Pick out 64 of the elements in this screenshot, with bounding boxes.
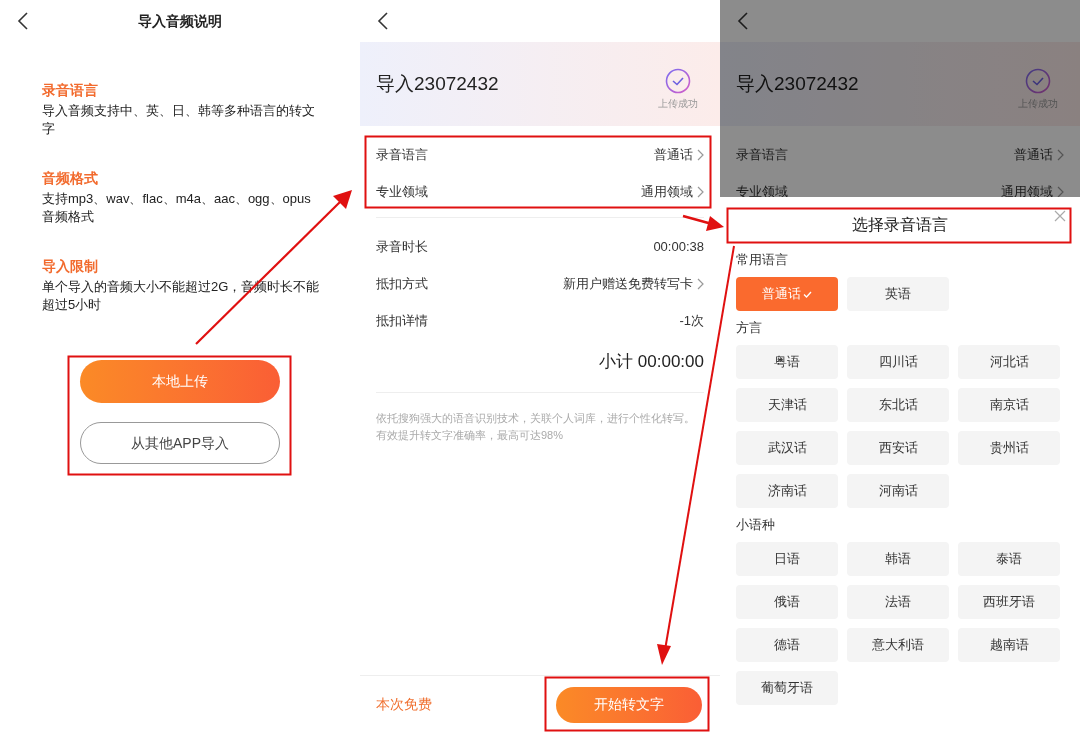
back-icon[interactable] <box>377 12 389 30</box>
status-text: 上传成功 <box>658 96 698 111</box>
row-label: 录音时长 <box>376 237 428 256</box>
check-circle-icon <box>665 67 691 94</box>
row-label: 专业领域 <box>376 182 428 201</box>
section-heading: 录音语言 <box>42 81 99 100</box>
language-option[interactable]: 河北话 <box>958 345 1060 379</box>
note-text: 依托搜狗强大的语音识别技术，关联个人词库，进行个性化转写。有效提升转文字准确率，最高可达98% <box>376 411 696 443</box>
section-text: 导入音频支持中、英、日、韩等多种语言的转文字 <box>42 102 316 138</box>
language-option[interactable]: 俄语 <box>736 585 838 619</box>
group-heading: 常用语言 <box>736 251 789 269</box>
row-label: 录音语言 <box>736 145 788 164</box>
section-text: 支持mp3、wav、flac、m4a、aac、ogg、opus音频格式 <box>42 190 312 226</box>
language-option[interactable]: 越南语 <box>958 628 1060 662</box>
language-option[interactable]: 西安话 <box>847 431 949 465</box>
chevron-icon <box>697 148 704 161</box>
group-heading: 小语种 <box>736 516 776 534</box>
language-option[interactable]: 英语 <box>847 277 949 311</box>
language-option[interactable]: 四川话 <box>847 345 949 379</box>
chevron-icon <box>697 277 704 290</box>
language-option[interactable]: 天津话 <box>736 388 838 422</box>
row-value[interactable]: 普通话 <box>1014 144 1053 165</box>
language-option[interactable]: 法语 <box>847 585 949 619</box>
language-option[interactable]: 意大利语 <box>847 628 949 662</box>
check-circle-icon <box>1025 67 1051 94</box>
row-value: 00:00:38 <box>653 237 704 256</box>
row-value[interactable]: 通用领域 <box>641 181 693 202</box>
row-label: 专业领域 <box>736 182 788 201</box>
language-option[interactable]: 贵州话 <box>958 431 1060 465</box>
page-title: 导入音频说明 <box>137 11 223 31</box>
row-label: 录音语言 <box>376 145 428 164</box>
language-option[interactable]: 德语 <box>736 628 838 662</box>
row-label: 抵扣详情 <box>376 311 428 330</box>
subtotal-text: 小计 00:00:00 <box>599 351 704 374</box>
language-option[interactable]: 东北话 <box>847 388 949 422</box>
language-option[interactable]: 泰语 <box>958 542 1060 576</box>
section-heading: 音频格式 <box>42 169 99 188</box>
group-heading: 方言 <box>736 319 763 337</box>
chevron-icon <box>1057 185 1064 198</box>
language-option[interactable]: 粤语 <box>736 345 838 379</box>
record-title: 导入23072432 <box>376 71 499 96</box>
import-button[interactable]: 从其他APP导入 <box>80 422 280 464</box>
language-option[interactable]: 武汉话 <box>736 431 838 465</box>
language-option[interactable]: 葡萄牙语 <box>736 671 838 705</box>
language-option[interactable]: 济南话 <box>736 474 838 508</box>
language-option[interactable]: 西班牙语 <box>958 585 1060 619</box>
record-title: 导入23072432 <box>736 71 859 96</box>
chevron-icon <box>1057 148 1064 161</box>
language-option[interactable]: 河南话 <box>847 474 949 508</box>
check-icon <box>803 290 812 298</box>
row-value: -1次 <box>679 311 704 330</box>
sheet-title: 选择录音语言 <box>852 215 948 235</box>
row-label: 抵扣方式 <box>376 274 428 293</box>
section-heading: 导入限制 <box>42 257 99 276</box>
chevron-icon <box>697 185 704 198</box>
language-option[interactable]: 韩语 <box>847 542 949 576</box>
back-icon[interactable] <box>17 12 29 30</box>
row-value[interactable]: 普通话 <box>654 144 693 165</box>
price-label: 本次免费 <box>376 695 432 714</box>
row-value[interactable]: 新用户赠送免费转写卡 <box>563 273 693 294</box>
back-icon[interactable] <box>737 12 749 30</box>
language-option[interactable]: 南京话 <box>958 388 1060 422</box>
arrow <box>682 214 724 231</box>
language-option[interactable]: 日语 <box>736 542 838 576</box>
